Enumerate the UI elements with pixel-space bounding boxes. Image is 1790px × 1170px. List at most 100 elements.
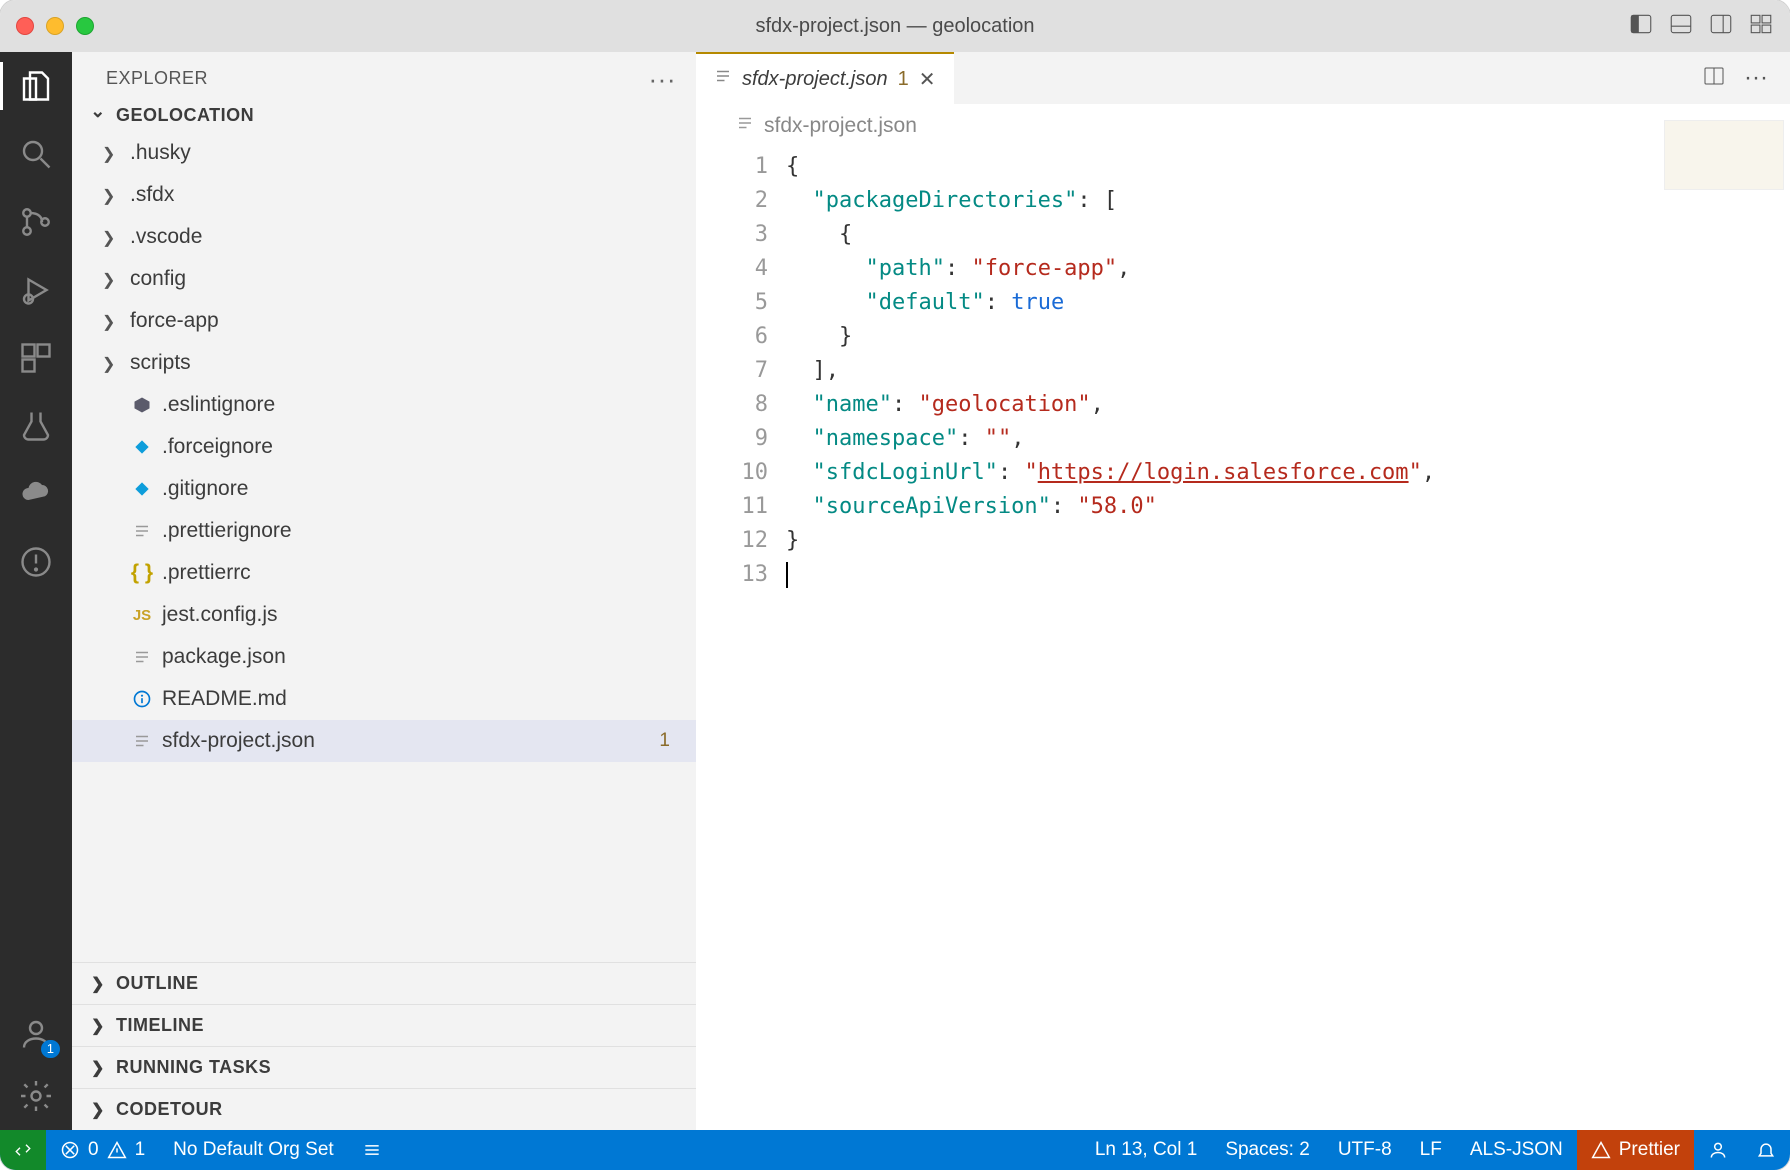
extensions-icon[interactable] (16, 338, 56, 378)
tree-item--forceignore[interactable]: .forceignore (72, 426, 696, 468)
tree-item--prettierignore[interactable]: .prettierignore (72, 510, 696, 552)
eslint-icon (130, 395, 154, 415)
chevron-right-icon (88, 1057, 108, 1078)
tree-item-force-app[interactable]: force-app (72, 300, 696, 342)
panel-right-icon[interactable] (1708, 11, 1734, 42)
explorer-header: EXPLORER ··· (72, 52, 696, 99)
tree-item--husky[interactable]: .husky (72, 132, 696, 174)
section-timeline[interactable]: TIMELINE (72, 1004, 696, 1046)
chevron-right-icon (88, 1099, 108, 1120)
close-window-button[interactable] (16, 17, 34, 35)
tree-item-label: .eslintignore (162, 393, 275, 417)
split-editor-icon[interactable] (1702, 64, 1726, 93)
section-label: RUNNING TASKS (116, 1057, 271, 1078)
activity-bar: 1 (0, 52, 72, 1130)
tree-item--gitignore[interactable]: .gitignore (72, 468, 696, 510)
status-problems[interactable]: 0 1 (46, 1130, 159, 1170)
section-running-tasks[interactable]: RUNNING TASKS (72, 1046, 696, 1088)
tree-item-label: package.json (162, 645, 286, 669)
run-debug-icon[interactable] (16, 270, 56, 310)
tree-item-label: config (130, 267, 186, 291)
section-label: TIMELINE (116, 1015, 204, 1036)
tree-item-config[interactable]: config (72, 258, 696, 300)
minimap[interactable] (1664, 120, 1784, 190)
explorer-icon[interactable] (16, 66, 56, 106)
file-tree: .husky .sfdx .vscode config force-appscripts… (72, 132, 696, 762)
window-title: sfdx-project.json — geolocation (755, 15, 1034, 38)
salesforce-cloud-icon[interactable] (16, 474, 56, 514)
chevron-right-icon (102, 309, 122, 333)
editor-more-icon[interactable]: ··· (1744, 64, 1768, 92)
project-section-header[interactable]: GEOLOCATION (72, 99, 696, 132)
status-indentation[interactable]: Spaces: 2 (1211, 1130, 1324, 1170)
salesforce-icon (130, 479, 154, 499)
layout-customize-icon[interactable] (1748, 11, 1774, 42)
chevron-down-icon (88, 105, 108, 126)
status-org[interactable]: No Default Org Set (159, 1130, 348, 1170)
code-body[interactable]: { "packageDirectories": [ { "path": "for… (786, 150, 1790, 592)
project-name: GEOLOCATION (116, 105, 254, 126)
tab-bar: sfdx-project.json 1 ✕ ··· (696, 52, 1790, 104)
file-icon (714, 67, 732, 91)
remote-indicator[interactable] (0, 1130, 46, 1170)
tree-item--prettierrc[interactable]: { } .prettierrc (72, 552, 696, 594)
breadcrumb[interactable]: sfdx-project.json (696, 104, 1790, 148)
window-controls (16, 17, 94, 35)
tree-item-package-json[interactable]: package.json (72, 636, 696, 678)
status-encoding[interactable]: UTF-8 (1324, 1130, 1406, 1170)
status-feedback-icon[interactable] (1694, 1130, 1742, 1170)
tree-item--vscode[interactable]: .vscode (72, 216, 696, 258)
tree-item--eslintignore[interactable]: .eslintignore (72, 384, 696, 426)
section-outline[interactable]: OUTLINE (72, 962, 696, 1004)
status-bell-icon[interactable] (1742, 1130, 1790, 1170)
tree-item-scripts[interactable]: scripts (72, 342, 696, 384)
status-menu-icon[interactable] (348, 1130, 396, 1170)
tree-item-label: .gitignore (162, 477, 248, 501)
panel-bottom-icon[interactable] (1668, 11, 1694, 42)
tree-item-jest-config-js[interactable]: JSjest.config.js (72, 594, 696, 636)
status-eol[interactable]: LF (1406, 1130, 1456, 1170)
status-language-mode[interactable]: ALS-JSON (1456, 1130, 1577, 1170)
breadcrumb-file: sfdx-project.json (764, 114, 917, 138)
braces-icon: { } (130, 561, 154, 585)
explorer-more-icon[interactable]: ··· (649, 74, 676, 84)
source-control-icon[interactable] (16, 202, 56, 242)
tab-modified-badge: 1 (898, 68, 909, 91)
tab-label: sfdx-project.json (742, 68, 888, 91)
tree-item-label: .prettierrc (162, 561, 251, 585)
search-icon[interactable] (16, 134, 56, 174)
status-prettier[interactable]: Prettier (1577, 1130, 1694, 1170)
minimize-window-button[interactable] (46, 17, 64, 35)
tree-item--sfdx[interactable]: .sfdx (72, 174, 696, 216)
accounts-icon[interactable]: 1 (16, 1014, 56, 1054)
file-icon (130, 732, 154, 750)
tab-close-icon[interactable]: ✕ (919, 67, 936, 92)
section-label: CODETOUR (116, 1099, 223, 1120)
tree-item-readme-md[interactable]: README.md (72, 678, 696, 720)
chevron-right-icon (102, 351, 122, 375)
problems-icon[interactable] (16, 542, 56, 582)
tree-item-badge: 1 (659, 730, 696, 752)
tree-item-label: README.md (162, 687, 287, 711)
chevron-right-icon (102, 183, 122, 207)
line-gutter: 12345678910111213 (696, 150, 786, 592)
tree-item-label: .prettierignore (162, 519, 292, 543)
zoom-window-button[interactable] (76, 17, 94, 35)
settings-gear-icon[interactable] (16, 1076, 56, 1116)
section-codetour[interactable]: CODETOUR (72, 1088, 696, 1130)
section-label: OUTLINE (116, 973, 199, 994)
tree-item-label: .vscode (130, 225, 202, 249)
salesforce-icon (130, 437, 154, 457)
panel-left-icon[interactable] (1628, 11, 1654, 42)
tree-item-label: .sfdx (130, 183, 174, 207)
testing-icon[interactable] (16, 406, 56, 446)
chevron-right-icon (88, 973, 108, 994)
status-cursor-position[interactable]: Ln 13, Col 1 (1081, 1130, 1211, 1170)
warning-count: 1 (135, 1139, 146, 1161)
tab-sfdx-project-json[interactable]: sfdx-project.json 1 ✕ (696, 52, 954, 104)
chevron-right-icon (102, 141, 122, 165)
explorer-sidebar: EXPLORER ··· GEOLOCATION .husky .sfdx .vsc… (72, 52, 696, 1130)
js-icon: JS (130, 607, 154, 624)
tree-item-sfdx-project-json[interactable]: sfdx-project.json1 (72, 720, 696, 762)
code-editor[interactable]: 12345678910111213 { "packageDirectories"… (696, 148, 1790, 592)
